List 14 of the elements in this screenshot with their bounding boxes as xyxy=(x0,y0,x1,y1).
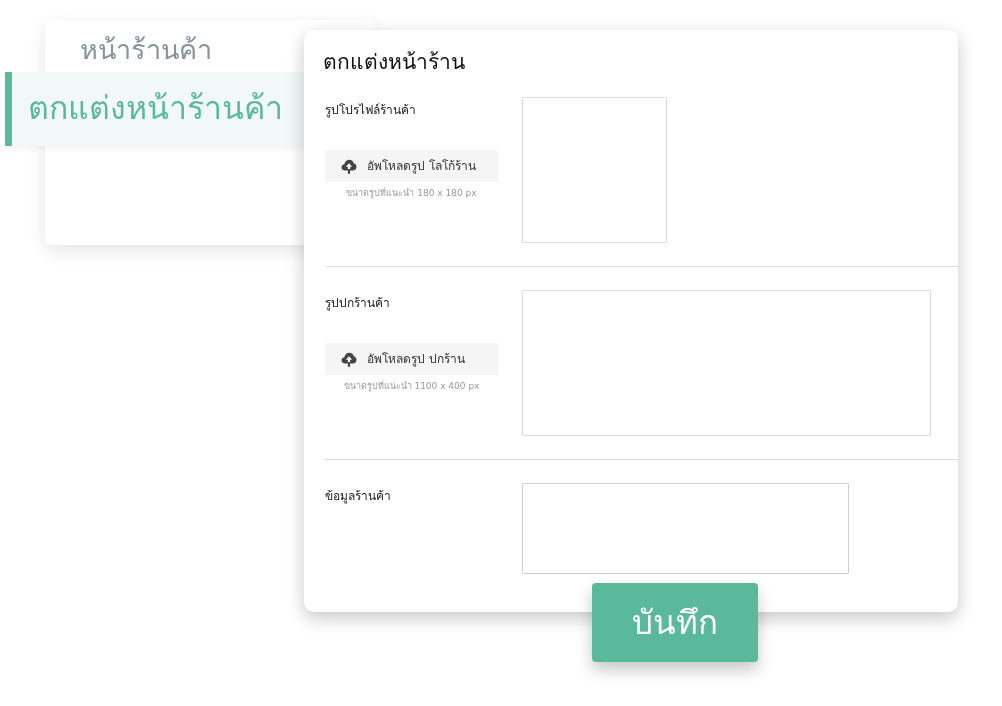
cloud-upload-icon xyxy=(341,351,357,367)
cloud-upload-icon xyxy=(341,158,357,174)
field-label: รูปปกร้านค้า xyxy=(325,295,390,313)
field-label: รูปโปรไฟล์ร้านค้า xyxy=(325,102,416,120)
sidebar-item[interactable]: ตกแต่งหน้าร้านค้า xyxy=(5,72,304,146)
upload-button[interactable]: อัพโหลดรูป โลโก้ร้าน xyxy=(325,150,498,183)
save-button[interactable]: บันทึก xyxy=(592,583,758,662)
panel-title: ตกแต่งหน้าร้าน xyxy=(323,49,466,76)
field-label: ข้อมูลร้านค้า xyxy=(325,488,391,506)
shop-info-field[interactable] xyxy=(522,483,849,575)
size-hint: ขนาดรูปที่แนะนำ 1100 x 400 px xyxy=(342,380,481,394)
sidebar-item[interactable]: หน้าร้านค้า xyxy=(45,20,212,73)
size-hint: ขนาดรูปที่แนะนำ 180 x 180 px xyxy=(345,187,478,201)
upload-button[interactable]: อัพโหลดรูป ปกร้าน xyxy=(325,343,498,376)
